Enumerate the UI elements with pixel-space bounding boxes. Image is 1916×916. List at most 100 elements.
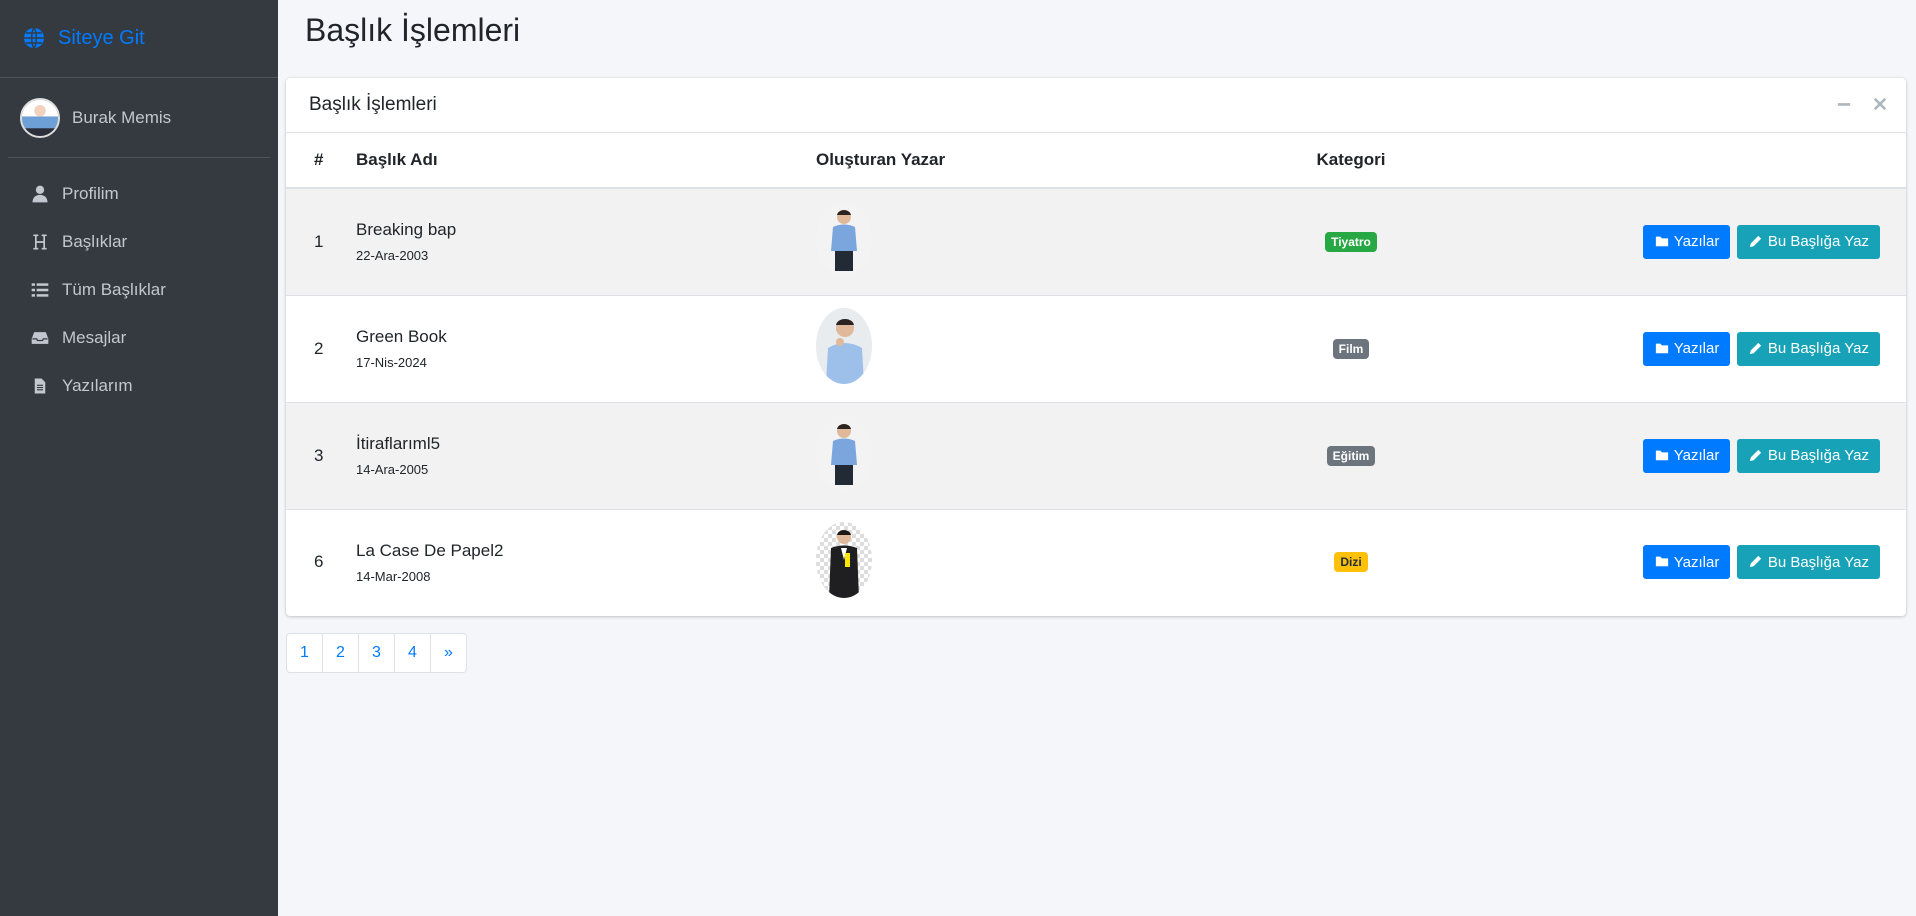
sidebar-item-profilim[interactable]: Profilim: [0, 170, 278, 218]
write-button[interactable]: Bu Başlığa Yaz: [1736, 545, 1880, 580]
page-link-2[interactable]: 2: [322, 633, 359, 673]
title-date: 14-Mar-2008: [356, 568, 431, 584]
titles-table: # Başlık Adı Oluşturan Yazar Kategori 1 …: [286, 133, 1906, 615]
user-panel[interactable]: Burak Memis: [8, 78, 270, 158]
sidebar-item-tum-basliklar[interactable]: Tüm Başlıklar: [0, 266, 278, 314]
write-button-label: Bu Başlığa Yaz: [1767, 340, 1869, 357]
title-date: 22-Ara-2003: [356, 248, 429, 264]
pencil-icon: [1748, 341, 1764, 357]
page-link-3[interactable]: 3: [358, 633, 395, 673]
posts-button[interactable]: Yazılar: [1642, 545, 1731, 580]
page-title: Başlık İşlemleri: [305, 12, 521, 48]
author-avatar: [816, 201, 872, 278]
column-header-actions: [1416, 133, 1906, 188]
title-name: İtiraflarıml5: [356, 434, 441, 453]
titles-card: Başlık İşlemleri # Başlık Adı Oluşturan …: [286, 78, 1906, 616]
page-link-next[interactable]: »: [430, 633, 467, 673]
category-cell: Film: [1286, 295, 1416, 402]
table-row: 2 Green Book 17-Nis-2024 Film Yazılar Bu…: [286, 295, 1906, 402]
title-cell: La Case De Papel2 14-Mar-2008: [356, 509, 816, 615]
main-content: Başlık İşlemleri Başlık İşlemleri # Başl…: [278, 0, 1916, 916]
page-link-1[interactable]: 1: [286, 633, 323, 673]
author-cell: [816, 509, 1286, 615]
pencil-icon: [1748, 448, 1764, 464]
sidebar-item-basliklar[interactable]: Başlıklar: [0, 218, 278, 266]
row-number: 3: [314, 445, 324, 465]
table-header-row: # Başlık Adı Oluşturan Yazar Kategori: [286, 133, 1906, 188]
author-cell: [816, 402, 1286, 509]
list-icon: [28, 278, 52, 302]
sidebar-item-label: Tüm Başlıklar: [62, 280, 166, 299]
actions-cell: Yazılar Bu Başlığa Yaz: [1416, 402, 1906, 509]
sidebar-item-label: Başlıklar: [62, 232, 128, 251]
write-button[interactable]: Bu Başlığa Yaz: [1736, 331, 1880, 366]
card-header: Başlık İşlemleri: [286, 78, 1906, 133]
table-row: 3 İtiraflarıml5 14-Ara-2005 Eğitim Yazıl…: [286, 402, 1906, 509]
author-cell: [816, 188, 1286, 295]
folder-icon: [1654, 448, 1670, 464]
title-cell: Green Book 17-Nis-2024: [356, 295, 816, 402]
posts-button-label: Yazılar: [1673, 553, 1720, 571]
row-number: 6: [314, 552, 324, 572]
file-icon: [28, 374, 52, 398]
sidebar-item-label: Yazılarım: [62, 376, 133, 395]
actions-cell: Yazılar Bu Başlığa Yaz: [1416, 509, 1906, 615]
category-cell: Tiyatro: [1286, 188, 1416, 295]
column-header-num: #: [314, 150, 324, 169]
sidebar-item-yazilarim[interactable]: Yazılarım: [0, 362, 278, 410]
sidebar-item-mesajlar[interactable]: Mesajlar: [0, 314, 278, 362]
title-date: 17-Nis-2024: [356, 355, 427, 370]
actions-cell: Yazılar Bu Başlığa Yaz: [1416, 188, 1906, 295]
category-badge: Film: [1332, 338, 1370, 359]
pagination: 1 2 3 4 »: [286, 633, 467, 673]
title-cell: Breaking bap 22-Ara-2003: [356, 188, 816, 295]
posts-button[interactable]: Yazılar: [1642, 438, 1731, 473]
write-button-label: Bu Başlığa Yaz: [1767, 233, 1869, 251]
write-button[interactable]: Bu Başlığa Yaz: [1736, 224, 1880, 259]
actions-cell: Yazılar Bu Başlığa Yaz: [1416, 295, 1906, 402]
title-name: La Case De Papel2: [356, 540, 504, 560]
posts-button[interactable]: Yazılar: [1642, 224, 1731, 259]
folder-icon: [1654, 234, 1670, 250]
category-badge: Eğitim: [1326, 445, 1376, 466]
author-avatar: [816, 415, 872, 491]
sidebar-nav: Profilim Başlıklar Tüm Başlıklar Mesajla…: [0, 158, 278, 410]
user-name: Burak Memis: [72, 107, 172, 127]
sidebar-item-label: Profilim: [62, 184, 119, 203]
card-title: Başlık İşlemleri: [309, 94, 437, 115]
title-cell: İtiraflarıml5 14-Ara-2005: [356, 402, 816, 509]
brand-link[interactable]: Siteye Git: [0, 0, 278, 78]
heading-icon: [28, 230, 52, 254]
write-button-label: Bu Başlığa Yaz: [1767, 553, 1869, 571]
category-badge: Tiyatro: [1325, 231, 1377, 252]
sidebar-item-label: Mesajlar: [62, 328, 127, 347]
posts-button[interactable]: Yazılar: [1642, 331, 1731, 366]
avatar: [20, 97, 60, 138]
title-date: 14-Ara-2005: [356, 462, 429, 477]
pencil-icon: [1748, 554, 1764, 570]
inbox-icon: [28, 326, 52, 350]
text-cursor-marker: [845, 553, 850, 567]
category-cell: Eğitim: [1286, 402, 1416, 509]
posts-button-label: Yazılar: [1673, 340, 1720, 357]
page-link-4[interactable]: 4: [394, 633, 431, 673]
author-avatar: [816, 308, 872, 384]
posts-button-label: Yazılar: [1673, 447, 1720, 464]
author-cell: [816, 295, 1286, 402]
write-button[interactable]: Bu Başlığa Yaz: [1736, 438, 1880, 473]
column-header-title: Başlık Adı: [356, 150, 438, 169]
column-header-category: Kategori: [1316, 150, 1386, 169]
close-icon[interactable]: [1872, 96, 1888, 112]
category-cell: Dizi: [1286, 509, 1416, 615]
table-row: 6 La Case De Papel2 14-Mar-2008 Dizi Yaz…: [286, 509, 1906, 615]
folder-icon: [1654, 554, 1670, 570]
title-name: Green Book: [356, 327, 447, 346]
globe-icon: [22, 26, 48, 52]
user-icon: [28, 182, 52, 206]
folder-icon: [1654, 341, 1670, 357]
sidebar: Siteye Git Burak Memis Profilim Başlıkla…: [0, 0, 278, 916]
table-row: 1 Breaking bap 22-Ara-2003 Tiyatro Yazıl…: [286, 188, 1906, 295]
row-number: 2: [314, 338, 324, 358]
minus-icon[interactable]: [1836, 96, 1852, 112]
category-badge: Dizi: [1334, 552, 1368, 573]
